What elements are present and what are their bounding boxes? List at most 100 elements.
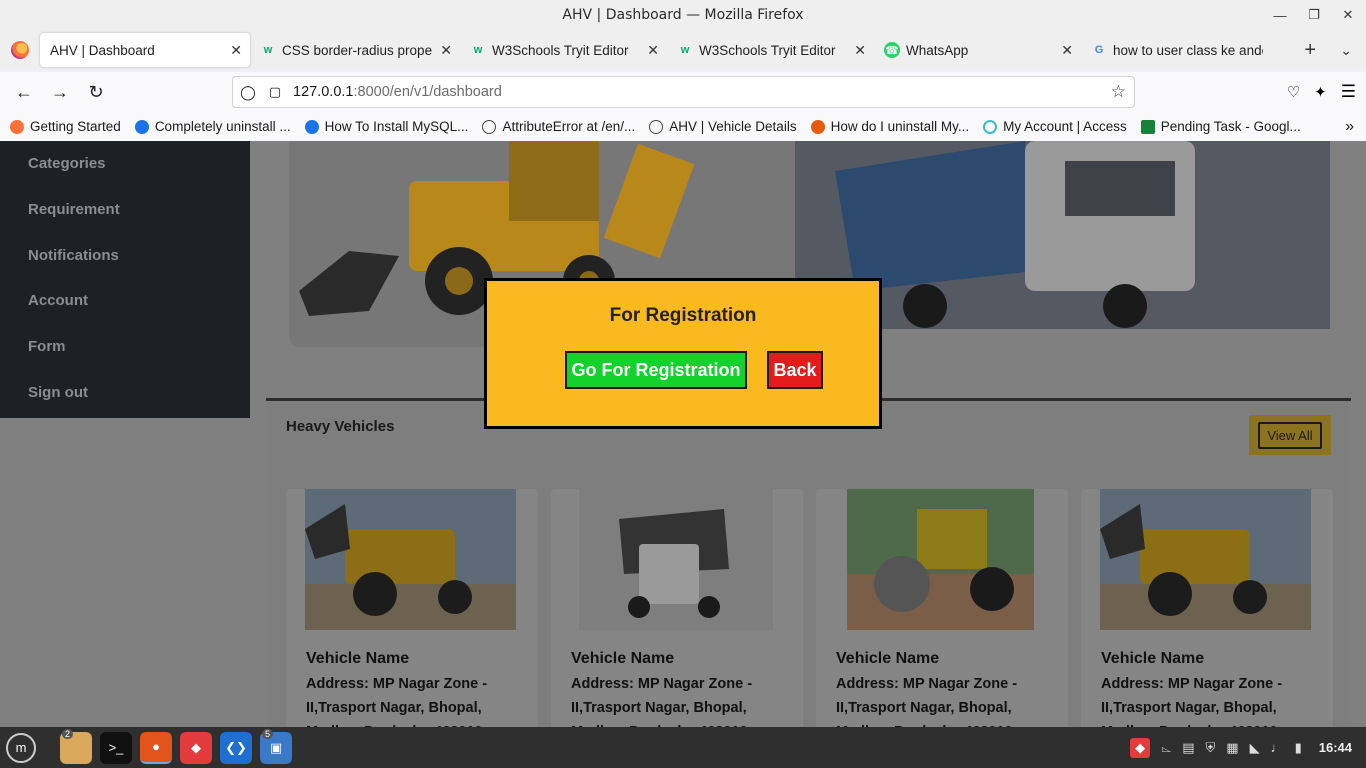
w3schools-icon: w	[473, 44, 483, 56]
shield-tray-icon[interactable]: ⛨	[1206, 740, 1216, 756]
wifi-icon[interactable]: ◣	[1250, 740, 1260, 756]
terminal-icon[interactable]: >_	[100, 731, 132, 764]
window-controls: — ❐ ✕	[1272, 0, 1356, 30]
sidebar-item-requirement[interactable]: Requirement	[0, 187, 250, 233]
url-bar[interactable]: ◯ ▢ 127.0.0.1:8000/en/v1/dashboard ☆	[232, 76, 1135, 108]
new-tab-icon[interactable]: +	[1304, 39, 1316, 62]
window-titlebar: AHV | Dashboard — Mozilla Firefox — ❐ ✕	[0, 0, 1366, 30]
bookmark-getting-started[interactable]: Getting Started	[10, 119, 121, 134]
more-bookmarks-icon[interactable]: »	[1345, 118, 1354, 136]
menu-icon[interactable]: ☰	[1341, 82, 1356, 102]
close-tab-icon[interactable]: ✕	[440, 42, 452, 59]
bookmark-label: How do I uninstall My...	[830, 119, 970, 134]
section-heading: Heavy Vehicles	[286, 418, 395, 435]
globe-icon	[649, 119, 664, 134]
close-tab-icon[interactable]: ✕	[854, 42, 866, 59]
reload-icon[interactable]: ↻	[78, 74, 114, 110]
volume-icon[interactable]: ♩	[1271, 740, 1284, 755]
tab-google-search[interactable]: G how to user class ke ande	[1081, 33, 1281, 67]
firefox-icon	[10, 119, 24, 134]
bookmark-star-icon[interactable]: ☆	[1111, 82, 1126, 102]
digitalocean-icon	[304, 119, 319, 134]
bluetooth-icon[interactable]: ⌳	[1161, 740, 1171, 756]
whatsapp-icon: ☎	[884, 42, 900, 58]
anydesk-icon[interactable]: ◆	[180, 731, 212, 764]
vehicle-card[interactable]: Vehicle Name Address: MP Nagar Zone - II…	[551, 489, 803, 727]
vehicle-card[interactable]: Vehicle Name Address: MP Nagar Zone - II…	[1081, 489, 1333, 727]
sidebar: Categories Requirement Notifications Acc…	[0, 141, 250, 418]
clock[interactable]: 16:44	[1319, 740, 1352, 755]
bookmark-vehicle-details[interactable]: AHV | Vehicle Details	[649, 119, 797, 134]
back-arrow-icon[interactable]: ←	[6, 74, 42, 110]
modal-title: For Registration	[609, 305, 757, 326]
screenshot-icon[interactable]: 5 ▣	[260, 728, 292, 764]
close-window-icon[interactable]: ✕	[1340, 7, 1356, 23]
bookmark-uninstall-my[interactable]: How do I uninstall My...	[810, 119, 970, 134]
bookmark-install-mysql[interactable]: How To Install MySQL...	[304, 119, 468, 134]
back-button[interactable]: Back	[767, 351, 823, 389]
tab-w3schools-tryit-1[interactable]: w W3Schools Tryit Editor ✕	[460, 33, 667, 67]
tab-label: how to user class ke ande	[1113, 42, 1263, 58]
sidebar-item-form[interactable]: Form	[0, 324, 250, 370]
clipboard-icon[interactable]: ▤	[1182, 740, 1194, 756]
go-for-registration-button[interactable]: Go For Registration	[565, 351, 747, 389]
bookmark-uninstall[interactable]: Completely uninstall ...	[134, 119, 291, 134]
firefox-icon	[11, 41, 29, 59]
firefox-view-button[interactable]	[0, 41, 40, 59]
folder-icon[interactable]: 2	[60, 728, 92, 764]
sidebar-item-categories[interactable]: Categories	[0, 141, 250, 187]
bookmark-label: Pending Task - Googl...	[1160, 119, 1301, 134]
navigation-bar: ← → ↻ ◯ ▢ 127.0.0.1:8000/en/v1/dashboard…	[0, 72, 1366, 112]
tab-label: CSS border-radius proper	[282, 42, 432, 58]
w3schools-icon: w	[680, 44, 690, 56]
files-badge: 2	[62, 728, 74, 739]
tab-whatsapp[interactable]: ☎ WhatsApp ✕	[874, 33, 1081, 67]
sidebar-item-notifications[interactable]: Notifications	[0, 232, 250, 278]
tab-w3schools-tryit-2[interactable]: w W3Schools Tryit Editor ✕	[667, 33, 874, 67]
w3schools-icon: w	[263, 44, 273, 56]
list-tabs-icon[interactable]: ⌄	[1340, 42, 1352, 59]
pocket-icon[interactable]: ♡	[1287, 83, 1300, 101]
vehicle-name: Vehicle Name	[306, 650, 410, 667]
minimize-icon[interactable]: —	[1272, 7, 1288, 23]
bookmark-my-account[interactable]: My Account | Access	[983, 119, 1127, 134]
extensions-icon[interactable]: ✦	[1314, 83, 1327, 101]
bookmark-attribute-error[interactable]: AttributeError at /en/...	[482, 119, 635, 134]
sidebar-item-account[interactable]: Account	[0, 278, 250, 324]
vehicle-image	[305, 489, 516, 630]
view-all-button[interactable]: View All	[1249, 415, 1331, 455]
page-content: Categories Requirement Notifications Acc…	[0, 141, 1366, 727]
toolbar-right: ♡ ✦ ☰	[1287, 72, 1356, 112]
digitalocean-icon	[134, 119, 149, 134]
notes-icon[interactable]: ▦	[1226, 740, 1238, 756]
vehicle-card[interactable]: Vehicle Name Address: MP Nagar Zone - II…	[816, 489, 1068, 727]
page-info-icon[interactable]: ▢	[263, 84, 287, 100]
vehicle-name: Vehicle Name	[836, 650, 940, 667]
tab-label: AHV | Dashboard	[50, 42, 155, 58]
registration-modal: For Registration Go For Registration Bac…	[484, 278, 882, 429]
bookmark-label: Getting Started	[30, 119, 121, 134]
shield-icon[interactable]: ◯	[233, 84, 263, 101]
vscode-icon[interactable]: ❮❯	[220, 731, 252, 764]
bookmark-label: Completely uninstall ...	[154, 119, 291, 134]
firefox-taskbar-icon[interactable]: ●	[140, 731, 172, 764]
mint-menu-icon[interactable]: m	[6, 732, 36, 763]
maximize-icon[interactable]: ❐	[1306, 7, 1322, 23]
heavy-vehicles-section: Heavy Vehicles View All Vehicle Name Add…	[266, 398, 1351, 727]
tab-css-border-radius[interactable]: w CSS border-radius proper ✕	[250, 33, 460, 67]
tab-dashboard[interactable]: AHV | Dashboard ✕	[40, 33, 250, 67]
vehicle-image	[847, 489, 1034, 630]
sheets-icon	[1140, 119, 1155, 134]
askubuntu-icon	[810, 119, 825, 134]
close-tab-icon[interactable]: ✕	[647, 42, 659, 59]
battery-icon[interactable]: ▮	[1295, 740, 1302, 756]
close-tab-icon[interactable]: ✕	[1061, 42, 1073, 59]
sidebar-item-sign-out[interactable]: Sign out	[0, 369, 250, 415]
window-title: AHV | Dashboard — Mozilla Firefox	[562, 7, 804, 23]
bookmark-pending-task[interactable]: Pending Task - Googl...	[1140, 119, 1301, 134]
close-tab-icon[interactable]: ✕	[230, 42, 242, 59]
anydesk-tray-icon[interactable]: ◆	[1130, 737, 1151, 758]
forward-arrow-icon[interactable]: →	[42, 74, 78, 110]
system-tray: ◆ ⌳ ▤ ⛨ ▦ ◣ ♩ ▮ 16:44	[1130, 727, 1352, 768]
vehicle-card[interactable]: Vehicle Name Address: MP Nagar Zone - II…	[286, 489, 538, 727]
